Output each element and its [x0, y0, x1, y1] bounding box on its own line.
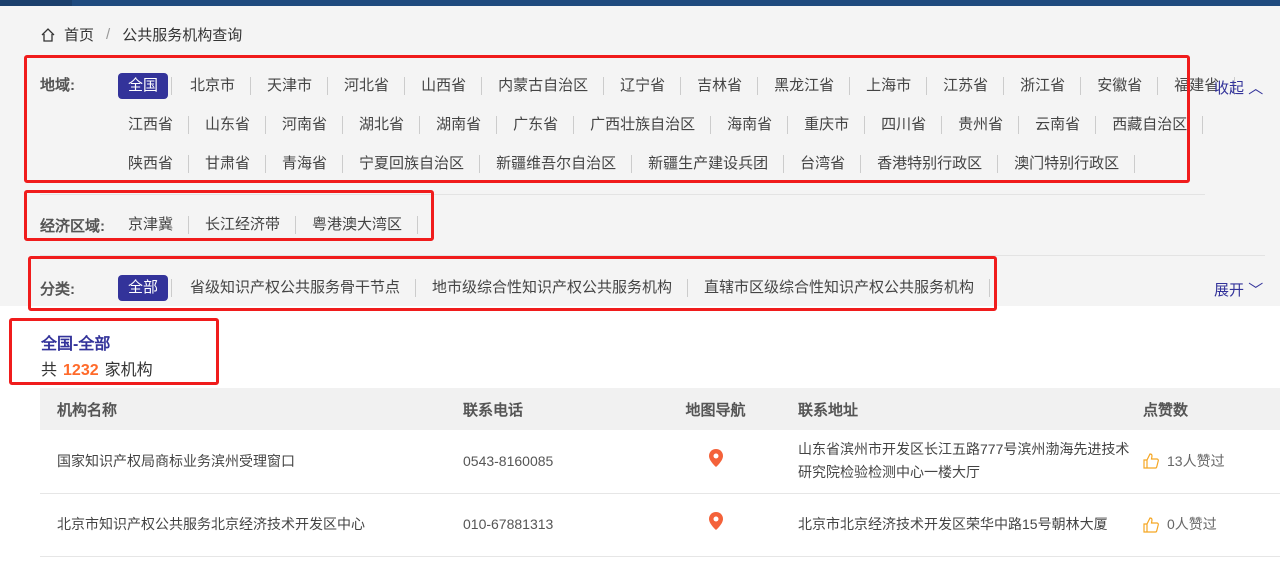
economic-option[interactable]: 京津冀 — [118, 212, 190, 238]
map-cell — [633, 430, 798, 494]
category-option[interactable]: 直辖市区级综合性知识产权公共服务机构 — [688, 275, 991, 301]
region-option[interactable]: 天津市 — [251, 73, 329, 99]
home-icon — [41, 27, 55, 42]
region-option[interactable]: 河南省 — [266, 112, 344, 138]
breadcrumb: 首页 / 公共服务机构查询 — [40, 24, 242, 45]
region-option[interactable]: 广西壮族自治区 — [574, 112, 712, 138]
region-option[interactable]: 江西省 — [118, 112, 190, 138]
region-option[interactable]: 北京市 — [174, 73, 252, 99]
region-option[interactable]: 香港特别行政区 — [861, 151, 999, 177]
header-map: 地图导航 — [633, 388, 798, 430]
expand-label: 展开 — [1214, 282, 1245, 299]
institution-address: 山东省滨州市开发区长江五路777号滨州渤海先进技术研究院检验检测中心一楼大厅 — [798, 430, 1143, 494]
chevron-down-icon: ﹀ — [1248, 282, 1264, 299]
header-address: 联系地址 — [798, 388, 1143, 430]
region-option[interactable]: 重庆市 — [788, 112, 866, 138]
collapse-button[interactable]: 收起 ︿ — [1214, 77, 1263, 98]
region-option[interactable]: 海南省 — [711, 112, 789, 138]
header-name: 机构名称 — [40, 388, 463, 430]
map-pin-icon[interactable] — [708, 512, 723, 537]
region-option[interactable]: 吉林省 — [681, 73, 759, 99]
expand-button[interactable]: 展开 ﹀ — [1214, 279, 1263, 300]
likes-count: 13人赞过 — [1167, 452, 1225, 469]
region-option[interactable]: 新疆生产建设兵团 — [632, 151, 785, 177]
header-likes: 点赞数 — [1143, 388, 1280, 430]
category-option[interactable]: 地市级综合性知识产权公共服务机构 — [416, 275, 689, 301]
region-option[interactable]: 浙江省 — [1004, 73, 1082, 99]
institution-name[interactable]: 国家知识产权局商标业务滨州受理窗口 — [40, 430, 463, 494]
map-pin-icon[interactable] — [708, 448, 723, 474]
table-row: 国家知识产权局商标业务滨州受理窗口 0543-8160085 山东省滨州市开发区长江… — [40, 430, 1280, 494]
institution-table: 机构名称 联系电话 地图导航 联系地址 点赞数 国家知识产权局商标业务滨州受理窗… — [40, 388, 1280, 557]
institution-phone: 010-67881313 — [463, 493, 633, 557]
category-label: 分类: — [40, 280, 75, 298]
breadcrumb-home[interactable]: 首页 — [64, 24, 94, 45]
region-filter: 地域: 全国 北京市 天津市 河北省 山西省 内蒙古自治区 辽宁省 吉林省 黑龙江省 上海市 江苏省… — [40, 73, 1236, 177]
breadcrumb-separator: / — [106, 26, 111, 43]
region-option[interactable]: 甘肃省 — [189, 151, 267, 177]
likes-cell: 13人赞过 — [1143, 430, 1280, 494]
map-cell — [633, 493, 798, 557]
thumbs-up-icon — [1143, 516, 1159, 533]
result-suffix: 家机构 — [104, 362, 153, 379]
region-option[interactable]: 湖北省 — [343, 112, 421, 138]
header-phone: 联系电话 — [463, 388, 633, 430]
region-option[interactable]: 贵州省 — [942, 112, 1020, 138]
region-option[interactable]: 湖南省 — [420, 112, 498, 138]
like-button[interactable]: 0人赞过 — [1143, 513, 1280, 536]
region-option[interactable]: 云南省 — [1019, 112, 1097, 138]
result-title: 全国-全部 — [41, 336, 111, 353]
region-option[interactable]: 西藏自治区 — [1096, 112, 1204, 138]
thumbs-up-icon — [1143, 453, 1159, 469]
region-option[interactable]: 全国 — [118, 73, 173, 99]
category-filter: 分类: 全部 省级知识产权公共服务骨干节点 地市级综合性知识产权公共服务机构 直辖市区… — [40, 275, 991, 301]
region-option[interactable]: 黑龙江省 — [758, 73, 851, 99]
collapse-label: 收起 — [1214, 80, 1245, 97]
region-option[interactable]: 台湾省 — [784, 151, 862, 177]
region-option[interactable]: 澳门特别行政区 — [998, 151, 1136, 177]
institution-name[interactable]: 北京市知识产权公共服务北京经济技术开发区中心 — [40, 493, 463, 557]
institution-phone: 0543-8160085 — [463, 430, 633, 494]
region-option[interactable]: 新疆维吾尔自治区 — [480, 151, 633, 177]
economic-option[interactable]: 粤港澳大湾区 — [296, 212, 419, 238]
institution-address: 北京市北京经济技术开发区荣华中路15号朝林大厦 — [798, 493, 1143, 557]
region-option[interactable]: 广东省 — [497, 112, 575, 138]
region-option[interactable]: 山西省 — [405, 73, 483, 99]
table-row: 北京市知识产权公共服务北京经济技术开发区中心 010-67881313 北京市北京经… — [40, 493, 1280, 557]
region-label: 地域: — [40, 77, 75, 94]
likes-count: 0人赞过 — [1167, 516, 1217, 532]
filter-panel: 首页 / 公共服务机构查询 地域: 全国 北京市 天津市 河北省 山西省 内蒙古自治区 辽宁… — [0, 6, 1280, 306]
region-option[interactable]: 宁夏回族自治区 — [343, 151, 481, 177]
region-option[interactable]: 河北省 — [328, 73, 406, 99]
category-option[interactable]: 省级知识产权公共服务骨干节点 — [174, 275, 417, 301]
result-summary: 全国-全部 共 1232 家机构 — [41, 330, 153, 380]
result-count: 1232 — [63, 362, 99, 379]
chevron-up-icon: ︿ — [1248, 80, 1264, 97]
result-prefix: 共 — [41, 362, 58, 379]
region-option[interactable]: 陕西省 — [118, 151, 190, 177]
category-option[interactable]: 全部 — [118, 275, 173, 301]
region-option[interactable]: 内蒙古自治区 — [482, 73, 605, 99]
economic-option[interactable]: 长江经济带 — [189, 212, 297, 238]
economic-label: 经济区域: — [40, 217, 105, 235]
breadcrumb-current: 公共服务机构查询 — [122, 27, 243, 44]
like-button[interactable]: 13人赞过 — [1143, 450, 1280, 473]
region-option[interactable]: 辽宁省 — [604, 73, 682, 99]
likes-cell: 0人赞过 — [1143, 493, 1280, 557]
economic-filter: 经济区域: 京津冀 长江经济带 粤港澳大湾区 — [40, 212, 419, 238]
region-option[interactable]: 山东省 — [189, 112, 267, 138]
region-option[interactable]: 江苏省 — [927, 73, 1005, 99]
region-option[interactable]: 四川省 — [865, 112, 943, 138]
region-option[interactable]: 安徽省 — [1081, 73, 1159, 99]
region-option[interactable]: 上海市 — [850, 73, 928, 99]
region-option[interactable]: 青海省 — [266, 151, 344, 177]
